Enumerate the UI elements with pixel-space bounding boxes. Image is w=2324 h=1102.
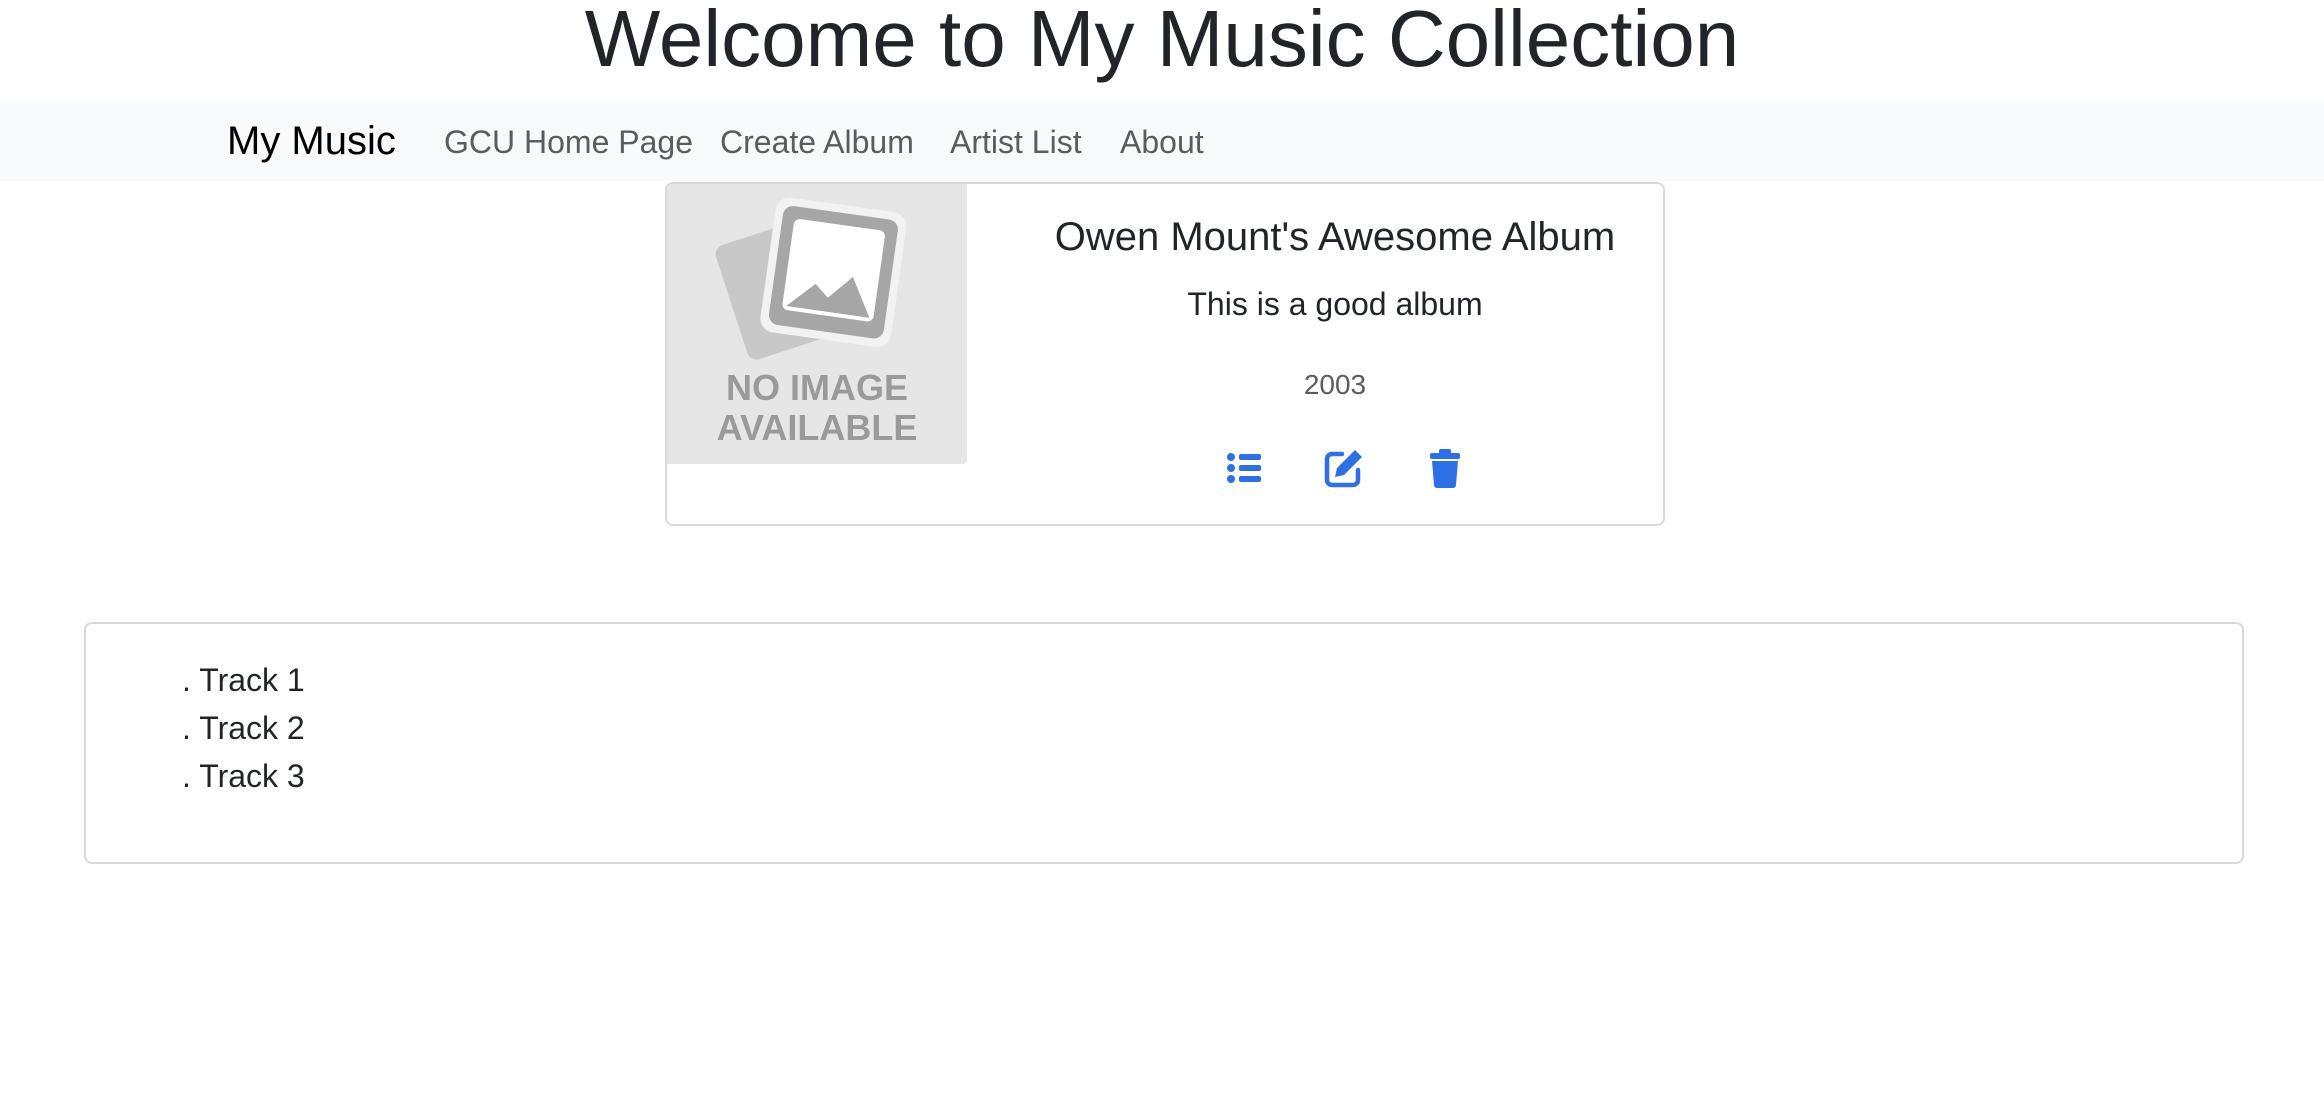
delete-album-button[interactable]	[1423, 446, 1467, 490]
page-title: Welcome to My Music Collection	[584, 0, 1740, 83]
album-title: Owen Mount's Awesome Album	[1054, 215, 1616, 259]
navbar-brand[interactable]: My Music	[227, 117, 396, 165]
edit-album-button[interactable]	[1322, 446, 1366, 490]
track-item: . Track 3	[182, 758, 305, 794]
track-item: . Track 1	[182, 662, 305, 698]
album-description: This is a good album	[1187, 286, 1483, 322]
nav-link-about[interactable]: About	[1120, 121, 1204, 163]
list-icon	[1227, 453, 1261, 483]
nav-link-gcu-home-page[interactable]: GCU Home Page	[444, 121, 693, 163]
nav-link-create-album[interactable]: Create Album	[720, 121, 914, 163]
no-image-label-line-2: AVAILABLE	[716, 407, 918, 448]
view-tracks-button[interactable]	[1223, 446, 1267, 490]
no-image-label-line-1: NO IMAGE	[725, 367, 908, 408]
trash-icon	[1430, 449, 1460, 488]
album-card: NO IMAGE AVAILABLE Owen Mount's Awesome …	[665, 182, 1665, 526]
album-cover-placeholder: NO IMAGE AVAILABLE	[667, 184, 967, 464]
track-item: . Track 2	[182, 710, 305, 746]
nav-link-artist-list[interactable]: Artist List	[950, 121, 1082, 163]
edit-icon	[1324, 450, 1362, 488]
track-list-card: . Track 1 . Track 2 . Track 3	[84, 622, 2244, 864]
navbar: My Music GCU Home Page Create Album Arti…	[0, 101, 2324, 181]
album-year: 2003	[1303, 369, 1367, 400]
no-image-label: NO IMAGE AVAILABLE	[667, 368, 967, 448]
